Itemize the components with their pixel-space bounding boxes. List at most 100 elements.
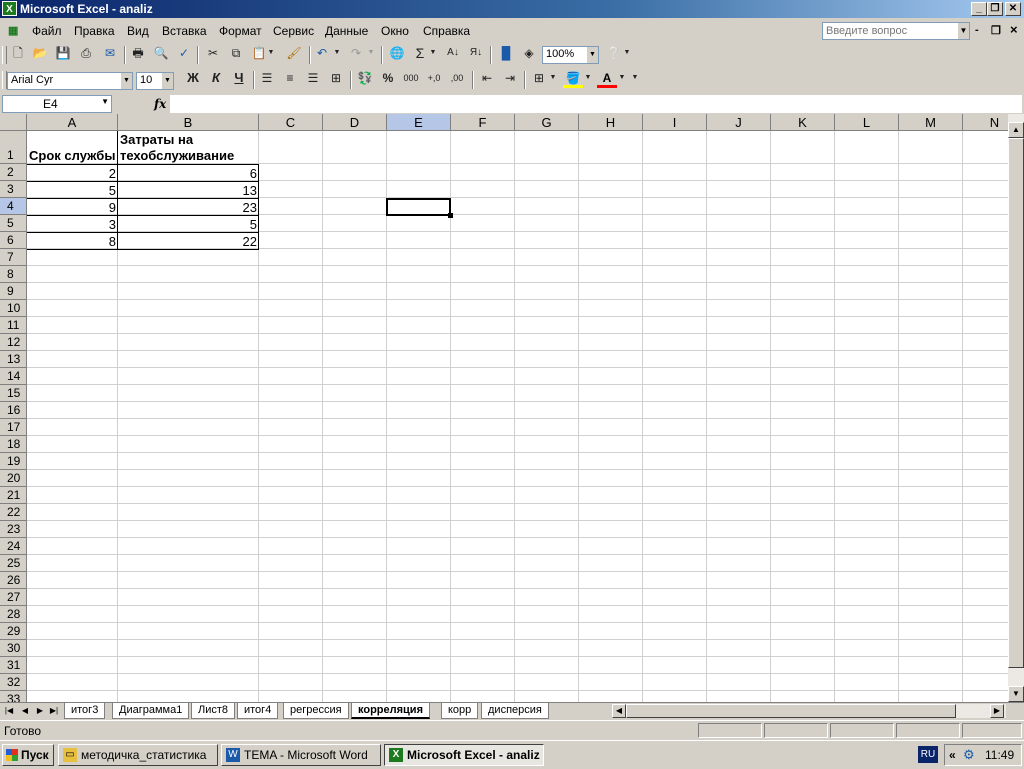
merge-center-icon[interactable]: ⊞ (326, 68, 346, 88)
email-icon[interactable]: ✉ (100, 43, 120, 63)
row-header[interactable]: 21 (0, 487, 27, 504)
undo-icon[interactable]: ↶ (312, 43, 332, 63)
column-header[interactable]: A (27, 114, 118, 131)
sheet-tab[interactable]: Лист8 (191, 703, 236, 719)
font-dropdown-icon[interactable]: ▼ (121, 73, 132, 89)
bold-button[interactable]: Ж (183, 68, 203, 88)
column-header-active[interactable]: E (387, 114, 451, 131)
column-header[interactable]: J (707, 114, 771, 131)
column-header[interactable]: I (643, 114, 707, 131)
row-header[interactable]: 5 (0, 215, 27, 232)
row-header[interactable]: 13 (0, 351, 27, 368)
open-folder-icon[interactable]: 📂 (30, 43, 50, 63)
row-header[interactable]: 17 (0, 419, 27, 436)
underline-button[interactable]: Ч (229, 68, 249, 88)
column-header[interactable]: M (899, 114, 963, 131)
insert-function-button[interactable]: fx (154, 97, 166, 111)
cell-b2[interactable]: 6 (118, 166, 259, 181)
increase-decimal-icon[interactable]: +,0 (424, 68, 444, 88)
cell-a5[interactable]: 3 (27, 217, 118, 232)
language-indicator[interactable]: RU (918, 746, 938, 763)
cell-b5[interactable]: 5 (118, 217, 259, 232)
menu-format[interactable]: Формат (219, 24, 262, 38)
row-header[interactable]: 31 (0, 657, 27, 674)
save-icon[interactable]: 💾 (53, 43, 73, 63)
help-question-input[interactable]: Введите вопрос (822, 22, 970, 40)
currency-icon[interactable]: 💱 (355, 68, 375, 88)
row-header[interactable]: 11 (0, 317, 27, 334)
chart-wizard-icon[interactable]: ▐▌ (496, 43, 516, 63)
name-box[interactable]: E4 ▼ (2, 95, 112, 113)
row-header[interactable]: 15 (0, 385, 27, 402)
print-icon[interactable]: 🖶 (128, 43, 148, 63)
row-header[interactable]: 16 (0, 402, 27, 419)
toolbar-options-icon[interactable]: ▼ (622, 43, 632, 63)
select-all-corner[interactable] (0, 114, 27, 131)
row-header[interactable]: 27 (0, 589, 27, 606)
font-select[interactable]: Arial Cyr ▼ (7, 72, 133, 90)
start-button[interactable]: Пуск (2, 744, 54, 766)
font-size-dropdown-icon[interactable]: ▼ (162, 73, 173, 89)
sheet-tab[interactable]: корр (441, 703, 479, 719)
percent-icon[interactable]: % (378, 68, 398, 88)
horizontal-scroll-thumb[interactable] (626, 704, 956, 718)
menu-help[interactable]: Справка (423, 24, 470, 38)
decrease-decimal-icon[interactable]: ,00 (447, 68, 467, 88)
name-box-dropdown-icon[interactable]: ▼ (101, 97, 109, 106)
scroll-up-icon[interactable]: ▲ (1008, 122, 1024, 138)
copy-icon[interactable]: ⧉ (226, 43, 246, 63)
column-header[interactable]: C (259, 114, 323, 131)
excel-app-icon[interactable]: X (2, 1, 17, 16)
font-color-icon[interactable]: A (597, 68, 617, 88)
align-right-icon[interactable]: ☰ (303, 68, 323, 88)
row-header[interactable]: 28 (0, 606, 27, 623)
sheet-tab[interactable]: итог4 (237, 703, 279, 719)
zoom-select[interactable]: 100% ▼ (542, 46, 599, 64)
worksheet-grid[interactable]: A B C D E F G H I J K L M N 1 2 3 4 5 6 7 8 9 10 1… (0, 114, 1008, 702)
permission-icon[interactable]: ⎙ (76, 43, 96, 63)
zoom-dropdown-icon[interactable]: ▼ (587, 47, 598, 63)
autosum-dropdown-icon[interactable]: ▼ (428, 43, 438, 63)
sheet-tab-active[interactable]: корреляция (351, 703, 430, 719)
row-header[interactable]: 33 (0, 691, 27, 702)
vertical-scroll-thumb[interactable] (1008, 138, 1024, 668)
paste-dropdown-icon[interactable]: ▼ (266, 43, 276, 63)
scroll-down-icon[interactable]: ▼ (1008, 686, 1024, 702)
row-header[interactable]: 10 (0, 300, 27, 317)
sheet-tab[interactable]: регрессия (283, 703, 349, 719)
row-header[interactable]: 2 (0, 164, 27, 181)
row-header[interactable]: 12 (0, 334, 27, 351)
row-header[interactable]: 8 (0, 266, 27, 283)
font-color-dropdown-icon[interactable]: ▼ (617, 68, 627, 88)
row-header[interactable]: 4 (0, 198, 27, 215)
row-header[interactable]: 25 (0, 555, 27, 572)
row-header[interactable]: 23 (0, 521, 27, 538)
vertical-scrollbar[interactable]: ▲ ▼ (1008, 114, 1024, 702)
fill-color-dropdown-icon[interactable]: ▼ (583, 68, 593, 88)
row-header[interactable]: 1 (0, 131, 27, 164)
row-header[interactable]: 26 (0, 572, 27, 589)
network-icon[interactable]: ⚙ (963, 747, 975, 763)
sort-descending-icon[interactable]: Я↓ (466, 43, 486, 63)
row-header[interactable]: 32 (0, 674, 27, 691)
column-header[interactable]: B (118, 114, 259, 131)
last-sheet-icon[interactable]: ▶| (47, 704, 61, 718)
italic-button[interactable]: К (206, 68, 226, 88)
row-header[interactable]: 3 (0, 181, 27, 198)
fill-handle[interactable] (448, 213, 453, 218)
cell-b1-line2[interactable]: техобслуживание (118, 148, 259, 164)
drawing-icon[interactable]: ◈ (519, 43, 539, 63)
print-preview-icon[interactable]: 🔍 (151, 43, 171, 63)
task-methodichka[interactable]: ▭ методичка_статистика (58, 744, 218, 766)
cell-b6[interactable]: 22 (118, 234, 259, 249)
column-header[interactable]: F (451, 114, 515, 131)
redo-dropdown-icon[interactable]: ▼ (366, 43, 376, 63)
hyperlink-icon[interactable]: 🌐 (387, 43, 407, 63)
cell-a6[interactable]: 8 (27, 234, 118, 249)
row-header[interactable]: 24 (0, 538, 27, 555)
menu-insert[interactable]: Вставка (162, 24, 207, 38)
toolbar-grip[interactable] (2, 46, 7, 64)
next-sheet-icon[interactable]: ▶ (33, 704, 47, 718)
cell-a2[interactable]: 2 (27, 166, 118, 181)
formatting-options-icon[interactable]: ▼ (630, 68, 640, 88)
